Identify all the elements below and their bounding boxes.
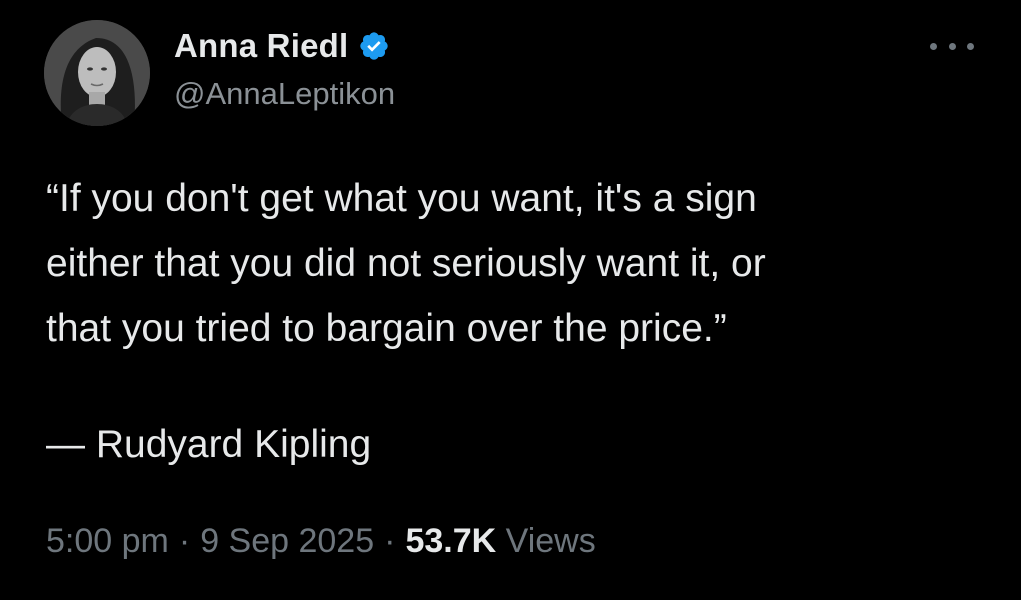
author-handle[interactable]: @AnnaLeptikon [174, 76, 395, 112]
more-dot [967, 42, 974, 50]
tweet-text: “If you don't get what you want, it's a … [46, 166, 946, 361]
more-dot [948, 42, 956, 50]
meta-separator: · [178, 522, 191, 560]
avatar-photo [44, 20, 150, 126]
author-display-name[interactable]: Anna Riedl [174, 27, 348, 65]
meta-separator: · [384, 522, 396, 560]
views-count[interactable]: 53.7K [405, 522, 496, 560]
views-label[interactable]: Views [506, 522, 596, 560]
tweet-text-line: that you tried to bargain over the price… [46, 307, 727, 350]
tweet-header: Anna Riedl @AnnaLeptikon [174, 22, 395, 112]
tweet-card: Anna Riedl @AnnaLeptikon “If you don't g… [0, 0, 1021, 600]
name-row: Anna Riedl [174, 22, 395, 70]
tweet-text-line: “If you don't get what you want, it's a … [46, 177, 757, 220]
tweet-meta: 5:00 pm · 9 Sep 2025 · 53.7K Views [46, 522, 596, 561]
tweet-date[interactable]: 9 Sep 2025 [200, 522, 374, 560]
tweet-time[interactable]: 5:00 pm [46, 522, 169, 560]
more-options-icon[interactable] [930, 34, 974, 58]
quote-attribution: — Rudyard Kipling [46, 423, 372, 466]
verified-badge-icon[interactable] [358, 30, 390, 62]
tweet-text-line: either that you did not seriously want i… [46, 242, 766, 285]
more-dot [930, 42, 937, 50]
avatar[interactable] [44, 20, 150, 126]
